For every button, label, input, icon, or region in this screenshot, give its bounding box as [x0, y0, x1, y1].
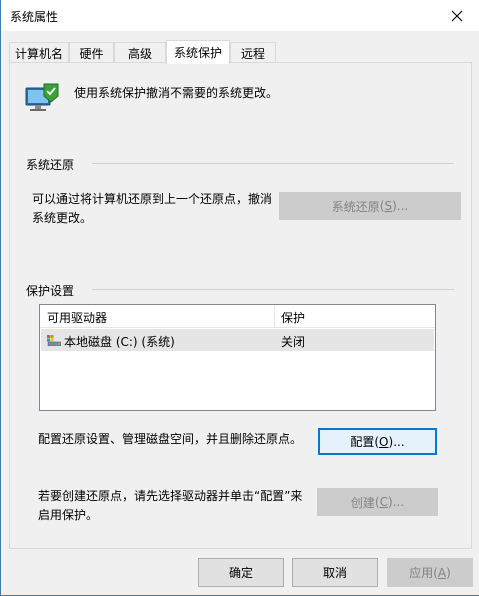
button-suffix: ...: [396, 199, 409, 213]
accelerator-key: C: [379, 495, 388, 509]
system-protection-icon: [25, 83, 59, 111]
group-divider: [92, 163, 454, 164]
list-header: 可用驱动器 保护: [40, 305, 435, 328]
close-button[interactable]: [435, 0, 479, 31]
protection-settings-group-label: 保护设置: [26, 284, 75, 298]
button-suffix: ...: [392, 495, 405, 509]
button-label: 确定: [228, 566, 253, 580]
column-header-protection[interactable]: 保护: [281, 309, 305, 326]
create-description: 若要创建还原点，请先选择驱动器并单击“配置”来启用保护。: [38, 489, 303, 522]
system-restore-button[interactable]: 系统还原(S)...: [279, 192, 461, 220]
close-icon: [451, 10, 463, 21]
column-separator[interactable]: [274, 305, 275, 328]
create-button[interactable]: 创建(C)...: [317, 488, 438, 516]
tab-label: 硬件: [79, 46, 104, 61]
tab-label: 远程: [240, 46, 265, 61]
window-title: 系统属性: [10, 10, 59, 24]
apply-button[interactable]: 应用(A): [387, 558, 473, 587]
button-label: 创建: [350, 495, 375, 510]
drive-row[interactable]: 本地磁盘 (C:) (系统) 关闭: [41, 329, 434, 351]
system-properties-window: 系统属性 计算机名 硬件 高级 系统保护 远程 使用系统保护撤消不需要的系统更改…: [0, 0, 479, 596]
tab-label: 计算机名: [14, 46, 63, 61]
group-divider: [92, 289, 454, 290]
ok-button[interactable]: 确定: [198, 558, 284, 587]
drive-list[interactable]: 可用驱动器 保护 本地磁盘 (C:) (系统) 关闭: [39, 304, 436, 411]
accelerator-key: O: [379, 434, 389, 449]
drive-icon: [47, 335, 61, 346]
tab-advanced[interactable]: 高级: [114, 42, 166, 63]
accelerator-key: S: [384, 199, 393, 213]
column-header-drive[interactable]: 可用驱动器: [47, 309, 107, 326]
tab-label: 高级: [127, 46, 152, 61]
cancel-button[interactable]: 取消: [292, 558, 378, 587]
protection-status: 关闭: [281, 335, 306, 349]
button-label: 配置: [350, 435, 375, 449]
system-protection-panel: 使用系统保护撤消不需要的系统更改。 系统还原 可以通过将计算机还原到上一个还原点…: [9, 62, 472, 549]
configure-description: 配置还原设置、管理磁盘空间，并且删除还原点。: [38, 432, 303, 446]
tab-hardware[interactable]: 硬件: [69, 42, 114, 63]
button-label: 系统还原: [331, 199, 380, 214]
button-label: 取消: [322, 566, 347, 580]
restore-description: 可以通过将计算机还原到上一个还原点，撤消系统更改。: [32, 192, 273, 225]
configure-button[interactable]: 配置(O)...: [318, 428, 437, 455]
button-label: 应用: [409, 566, 434, 580]
tab-system-protection[interactable]: 系统保护: [166, 40, 230, 64]
title-bar[interactable]: 系统属性: [1, 0, 479, 31]
accelerator-key: A: [437, 565, 447, 580]
intro-text: 使用系统保护撤消不需要的系统更改。: [74, 86, 279, 100]
tab-label: 系统保护: [173, 46, 222, 60]
drive-name: 本地磁盘 (C:) (系统): [64, 335, 175, 349]
tab-computer-name[interactable]: 计算机名: [9, 42, 69, 63]
tab-remote[interactable]: 远程: [230, 42, 276, 63]
button-suffix: ...: [393, 434, 405, 449]
system-restore-group-label: 系统还原: [26, 158, 75, 172]
